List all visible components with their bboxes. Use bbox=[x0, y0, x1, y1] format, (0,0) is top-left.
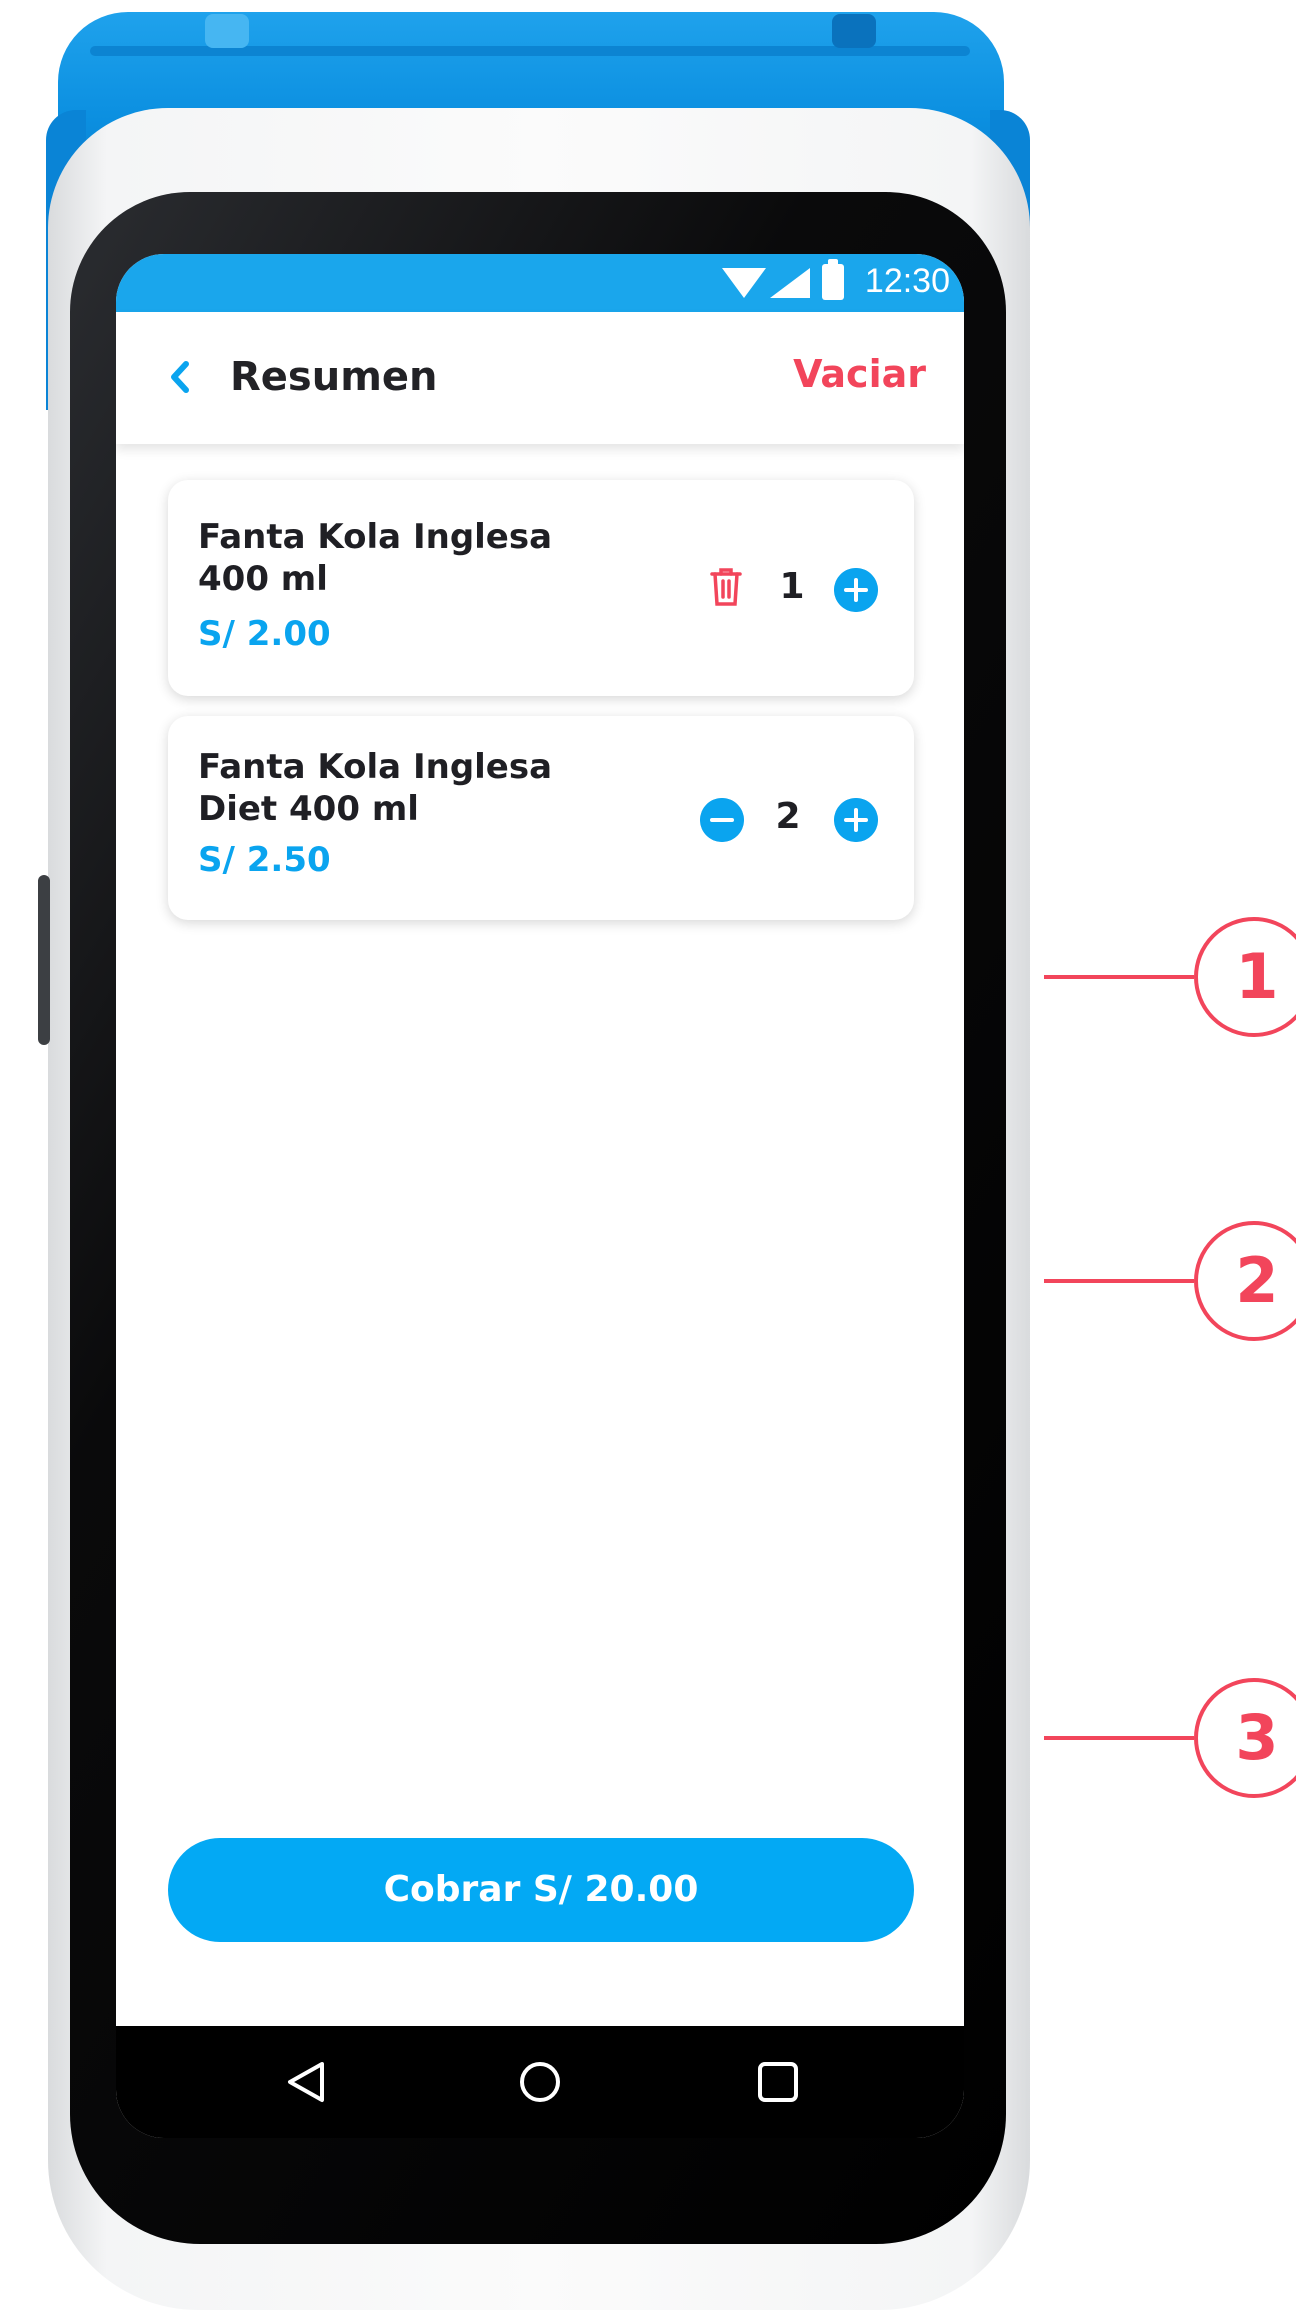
increase-quantity-plus-icon[interactable] bbox=[834, 568, 878, 612]
product-name-line: Fanta Kola Inglesa bbox=[198, 747, 553, 787]
callout-line bbox=[1044, 1279, 1194, 1283]
home-circle-icon[interactable] bbox=[518, 2060, 562, 2104]
product-name-line: Diet 400 ml bbox=[198, 789, 419, 829]
app-header: Resumen Vaciar bbox=[116, 312, 964, 444]
device-side-button bbox=[38, 875, 50, 1045]
callout-number: 1 bbox=[1235, 940, 1279, 1013]
checkout-button[interactable]: Cobrar S/ 20.00 bbox=[168, 1838, 914, 1942]
callout-number: 3 bbox=[1235, 1701, 1279, 1774]
signal-icon bbox=[770, 268, 810, 298]
device-top-tab bbox=[205, 14, 249, 48]
product-name-line: Fanta Kola Inglesa bbox=[198, 517, 553, 557]
decrease-quantity-minus-icon[interactable] bbox=[700, 798, 744, 842]
callout-line bbox=[1044, 975, 1194, 979]
clear-cart-button[interactable]: Vaciar bbox=[793, 352, 926, 396]
battery-icon bbox=[822, 259, 844, 300]
page-title: Resumen bbox=[230, 354, 438, 400]
product-name: Fanta Kola Inglesa 400 ml bbox=[198, 516, 618, 600]
product-price: S/ 2.00 bbox=[198, 614, 331, 654]
device-top-tab bbox=[832, 14, 876, 48]
callout-line bbox=[1044, 1736, 1194, 1740]
product-name: Fanta Kola Inglesa Diet 400 ml bbox=[198, 746, 618, 830]
item-quantity: 2 bbox=[775, 796, 801, 837]
product-name-line: 400 ml bbox=[198, 559, 328, 599]
navigation-bar bbox=[116, 2026, 964, 2138]
cart-item-card: Fanta Kola Inglesa Diet 400 ml S/ 2.50 2 bbox=[168, 716, 914, 920]
back-chevron-icon[interactable] bbox=[168, 360, 190, 394]
item-quantity: 1 bbox=[779, 566, 805, 607]
product-price: S/ 2.50 bbox=[198, 840, 331, 880]
wifi-icon bbox=[722, 268, 766, 298]
status-time: 12:30 bbox=[864, 262, 950, 300]
callout-number: 2 bbox=[1235, 1244, 1279, 1317]
back-triangle-icon[interactable] bbox=[284, 2060, 328, 2104]
cart-item-card: Fanta Kola Inglesa 400 ml S/ 2.00 1 bbox=[168, 480, 914, 696]
trash-icon[interactable] bbox=[708, 566, 744, 608]
increase-quantity-plus-icon[interactable] bbox=[834, 798, 878, 842]
recents-square-icon[interactable] bbox=[756, 2060, 800, 2104]
phone-screen: 12:30 Resumen Vaciar Fanta Kola Inglesa … bbox=[116, 254, 964, 2138]
status-bar: 12:30 bbox=[116, 254, 964, 312]
